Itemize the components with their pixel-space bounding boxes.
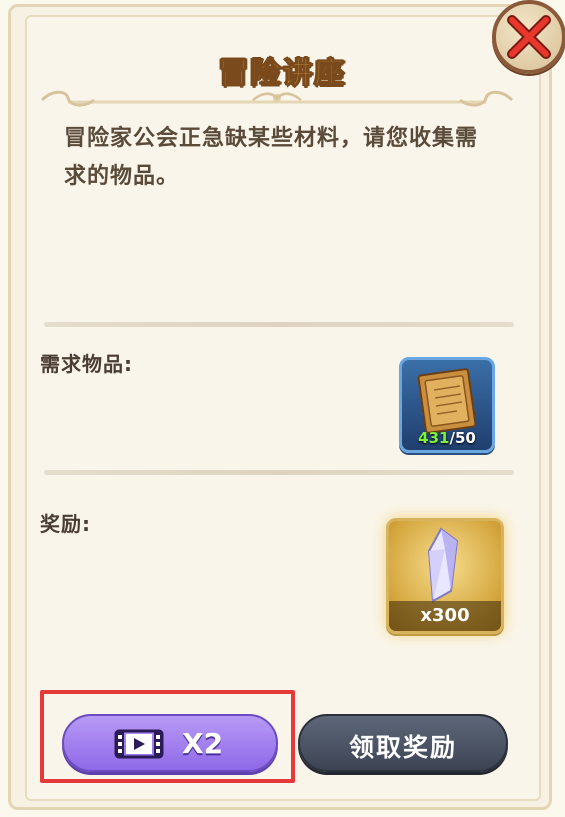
reward-amount: x300 [389,601,501,631]
highlight-box [40,690,295,783]
reward-label: 奖励: [40,512,91,536]
requirement-label: 需求物品: [40,352,133,376]
title-ornament-divider [40,90,514,107]
item-progress-count: 431/50 [402,429,492,447]
required-item-slot[interactable]: 431/50 [399,357,495,453]
reward-item-slot[interactable]: x300 [386,518,504,634]
crystal-shard-icon [427,527,459,603]
section-divider [44,470,514,475]
claim-button-label: 领取奖励 [348,733,457,762]
section-divider [44,322,514,327]
dialog-title: 冒险讲座 [218,56,347,92]
claim-reward-button[interactable]: 领取奖励 [298,714,508,772]
dialog-description: 冒险家公会正急缺某些材料，请您收集需求的物品。 [64,126,479,189]
item-have-count: 431 [418,429,450,447]
item-need-count: 50 [454,429,476,447]
